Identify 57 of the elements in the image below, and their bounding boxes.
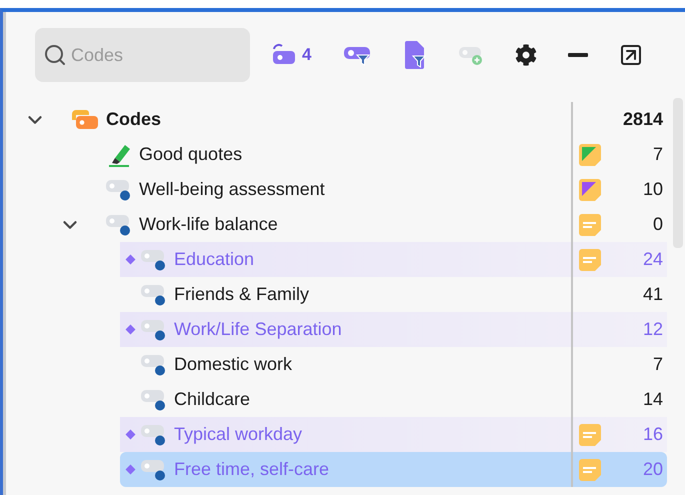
tree-row[interactable]: Domestic work 7 (120, 347, 667, 382)
quotation-count: 10 (642, 178, 663, 201)
code-tag-icon (140, 388, 168, 412)
code-history-button[interactable]: 4 (270, 42, 312, 68)
tag-plus-icon (458, 44, 484, 66)
quotation-count: 7 (652, 353, 663, 376)
code-tag-icon (140, 282, 168, 306)
code-name: Typical workday (174, 423, 302, 446)
code-tag-icon (140, 248, 168, 272)
code-name: Good quotes (139, 143, 242, 166)
memo-icon (578, 212, 602, 236)
tree-row[interactable]: Well-being assessment 10 (85, 172, 667, 207)
code-tag-icon (270, 43, 298, 67)
code-name: Work/Life Separation (174, 318, 342, 341)
memo-icon (578, 248, 602, 272)
tree-row[interactable]: Codes 2814 (50, 102, 667, 137)
tree-row[interactable]: Good quotes 7 (85, 137, 667, 172)
quotation-count: 20 (642, 458, 663, 481)
tree-row[interactable]: Typical workday 16 (120, 417, 667, 452)
quotation-count: 0 (652, 213, 663, 236)
pop-out-button[interactable] (619, 43, 644, 67)
minimize-button[interactable] (568, 53, 588, 57)
code-name: Childcare (174, 388, 250, 411)
code-tag-icon (140, 352, 168, 376)
quotation-count: 16 (642, 423, 663, 446)
pop-out-icon (619, 43, 644, 67)
code-name: Free time, self-care (174, 458, 330, 481)
code-tag-icon (105, 212, 133, 236)
gear-icon (515, 44, 538, 66)
quotation-count: 24 (642, 248, 663, 271)
search-input[interactable]: Codes (71, 42, 221, 68)
quotation-count: 7 (652, 143, 663, 166)
quotation-count: 41 (642, 283, 663, 306)
quotation-count: 14 (642, 388, 663, 411)
tree-row[interactable]: Education 24 (120, 242, 667, 277)
document-funnel-icon (403, 40, 428, 70)
code-tag-icon (105, 178, 133, 202)
search-icon (43, 43, 67, 67)
memo-icon (578, 458, 602, 482)
folder-tag-icon (70, 108, 100, 132)
settings-button[interactable] (515, 44, 538, 66)
code-name: Domestic work (174, 353, 292, 376)
search-field[interactable]: Codes (35, 28, 250, 82)
code-name: Well-being assessment (139, 178, 325, 201)
memo-icon (578, 422, 602, 446)
code-name: Work-life balance (139, 213, 278, 236)
code-tag-icon (140, 458, 168, 482)
code-tag-icon (140, 318, 168, 342)
quotation-count: 2814 (622, 108, 663, 131)
document-filter-button[interactable] (403, 40, 428, 70)
code-name: Friends & Family (174, 283, 310, 306)
quotation-count: 12 (642, 318, 663, 341)
code-tag-icon (140, 422, 168, 446)
tree-row[interactable]: Work/Life Separation 12 (120, 312, 667, 347)
code-name: Codes (106, 108, 162, 131)
minus-icon (568, 53, 588, 57)
code-name: Education (174, 248, 254, 271)
